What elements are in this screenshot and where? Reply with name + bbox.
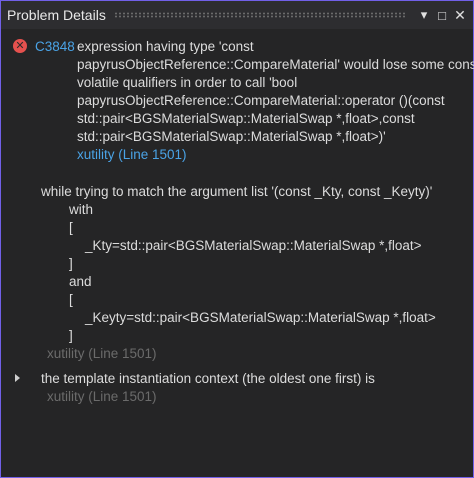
detail-line: [ [69,292,73,307]
expand-chevron-icon[interactable] [15,374,20,382]
error-message-line: papyrusObjectReference::CompareMaterial:… [77,93,445,108]
error-location-link[interactable]: xutility (Line 1501) [77,146,187,164]
detail-location: xutility (Line 1501) [47,346,157,361]
error-message-line: std::pair<BGSMaterialSwap::MaterialSwap … [77,111,415,126]
detail-line: ] [69,328,73,343]
detail-line: [ [69,220,73,235]
maximize-button[interactable]: □ [433,6,451,24]
window-title: Problem Details [7,7,106,23]
error-message-line: expression having type 'const [77,39,254,54]
error-message-line: std::pair<BGSMaterialSwap::MaterialSwap … [77,129,386,144]
context-location: xutility (Line 1501) [47,389,157,404]
detail-line: while trying to match the argument list … [41,184,433,199]
detail-line: _Keyty=std::pair<BGSMaterialSwap::Materi… [85,310,436,325]
error-message-line: papyrusObjectReference::CompareMaterial'… [77,57,474,72]
detail-line: _Kty=std::pair<BGSMaterialSwap::Material… [85,238,422,253]
error-message-line: volatile qualifiers in order to call 'bo… [77,75,298,90]
context-label: the template instantiation context (the … [41,371,375,386]
drag-grip[interactable] [113,12,407,18]
details-content: ✕ C3848 expression having type 'const pa… [1,29,474,477]
error-code-link[interactable]: C3848 [35,38,75,56]
detail-line: and [69,274,92,289]
detail-line: with [69,202,94,217]
problem-details-window: Problem Details ▾ □ ✕ ✕ C3848 expression… [0,0,474,478]
window-menu-dropdown-button[interactable]: ▾ [415,6,433,24]
detail-line: ] [69,256,73,271]
title-bar[interactable]: Problem Details ▾ □ ✕ [1,1,473,29]
error-icon: ✕ [13,39,27,53]
close-button[interactable]: ✕ [451,6,469,24]
